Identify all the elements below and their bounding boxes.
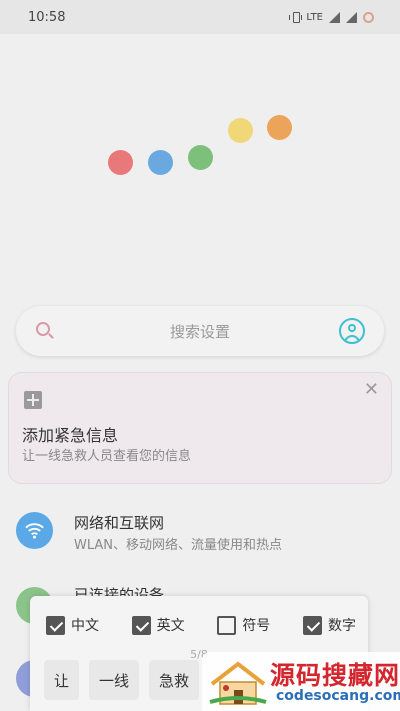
option-chinese[interactable]: 中文 bbox=[46, 615, 99, 635]
wifi-icon bbox=[16, 512, 53, 549]
settings-item-title: 网络和互联网 bbox=[74, 514, 165, 532]
option-label: 英文 bbox=[156, 618, 185, 634]
watermark: 源码搜藏网 codesocang.com bbox=[202, 652, 400, 711]
checkbox-icon bbox=[131, 615, 151, 635]
option-symbols[interactable]: 符号 bbox=[217, 615, 270, 635]
option-numbers[interactable]: 数字 bbox=[302, 615, 356, 635]
checkbox-icon bbox=[46, 615, 65, 635]
signal-icon-2 bbox=[346, 11, 357, 23]
card-subtitle: 让一线急救人员查看您的信息 bbox=[22, 449, 192, 464]
option-english[interactable]: 英文 bbox=[131, 615, 185, 635]
option-label: 中文 bbox=[71, 618, 99, 634]
settings-item-subtitle: WLAN、移动网络、流量使用和热点 bbox=[74, 538, 283, 553]
status-bar: 10:58 LTE bbox=[0, 0, 400, 34]
watermark-title: 源码搜藏网 bbox=[270, 661, 400, 690]
card-title: 添加紧急信息 bbox=[22, 426, 119, 445]
house-logo-icon bbox=[209, 661, 267, 705]
option-label: 数字 bbox=[327, 618, 356, 634]
vibrate-icon bbox=[289, 11, 303, 23]
account-icon[interactable] bbox=[339, 318, 365, 344]
loading-dot-4 bbox=[228, 118, 253, 143]
battery-icon bbox=[363, 11, 374, 23]
search-placeholder: 搜索设置 bbox=[169, 323, 230, 341]
loading-dot-3 bbox=[188, 145, 213, 170]
suggestion-key[interactable]: 急救 bbox=[149, 660, 200, 700]
loading-dot-5 bbox=[267, 115, 292, 140]
close-icon[interactable]: ✕ bbox=[364, 379, 379, 400]
search-bar[interactable]: 搜索设置 bbox=[16, 306, 384, 356]
suggestion-key[interactable]: 让 bbox=[44, 660, 80, 700]
loading-dot-2 bbox=[148, 150, 173, 175]
suggestion-row: 让 一线 急救 bbox=[44, 660, 200, 700]
signal-icon bbox=[329, 11, 340, 23]
input-options: 中文 英文 符号 数字 bbox=[46, 615, 356, 635]
status-time: 10:58 bbox=[28, 9, 66, 25]
network-type: LTE bbox=[306, 11, 323, 23]
option-label: 符号 bbox=[242, 618, 271, 634]
checkbox-icon bbox=[302, 615, 322, 635]
watermark-domain: codesocang.com bbox=[276, 688, 400, 704]
emergency-info-card[interactable]: ✕ 添加紧急信息 让一线急救人员查看您的信息 bbox=[8, 372, 392, 484]
suggestion-key[interactable]: 一线 bbox=[89, 660, 140, 700]
status-icons: LTE bbox=[289, 11, 374, 23]
checkbox-icon bbox=[217, 615, 237, 635]
settings-item-network[interactable]: 网络和互联网 WLAN、移动网络、流量使用和热点 bbox=[0, 505, 400, 565]
add-icon bbox=[24, 391, 42, 409]
loading-dot-1 bbox=[108, 150, 133, 175]
